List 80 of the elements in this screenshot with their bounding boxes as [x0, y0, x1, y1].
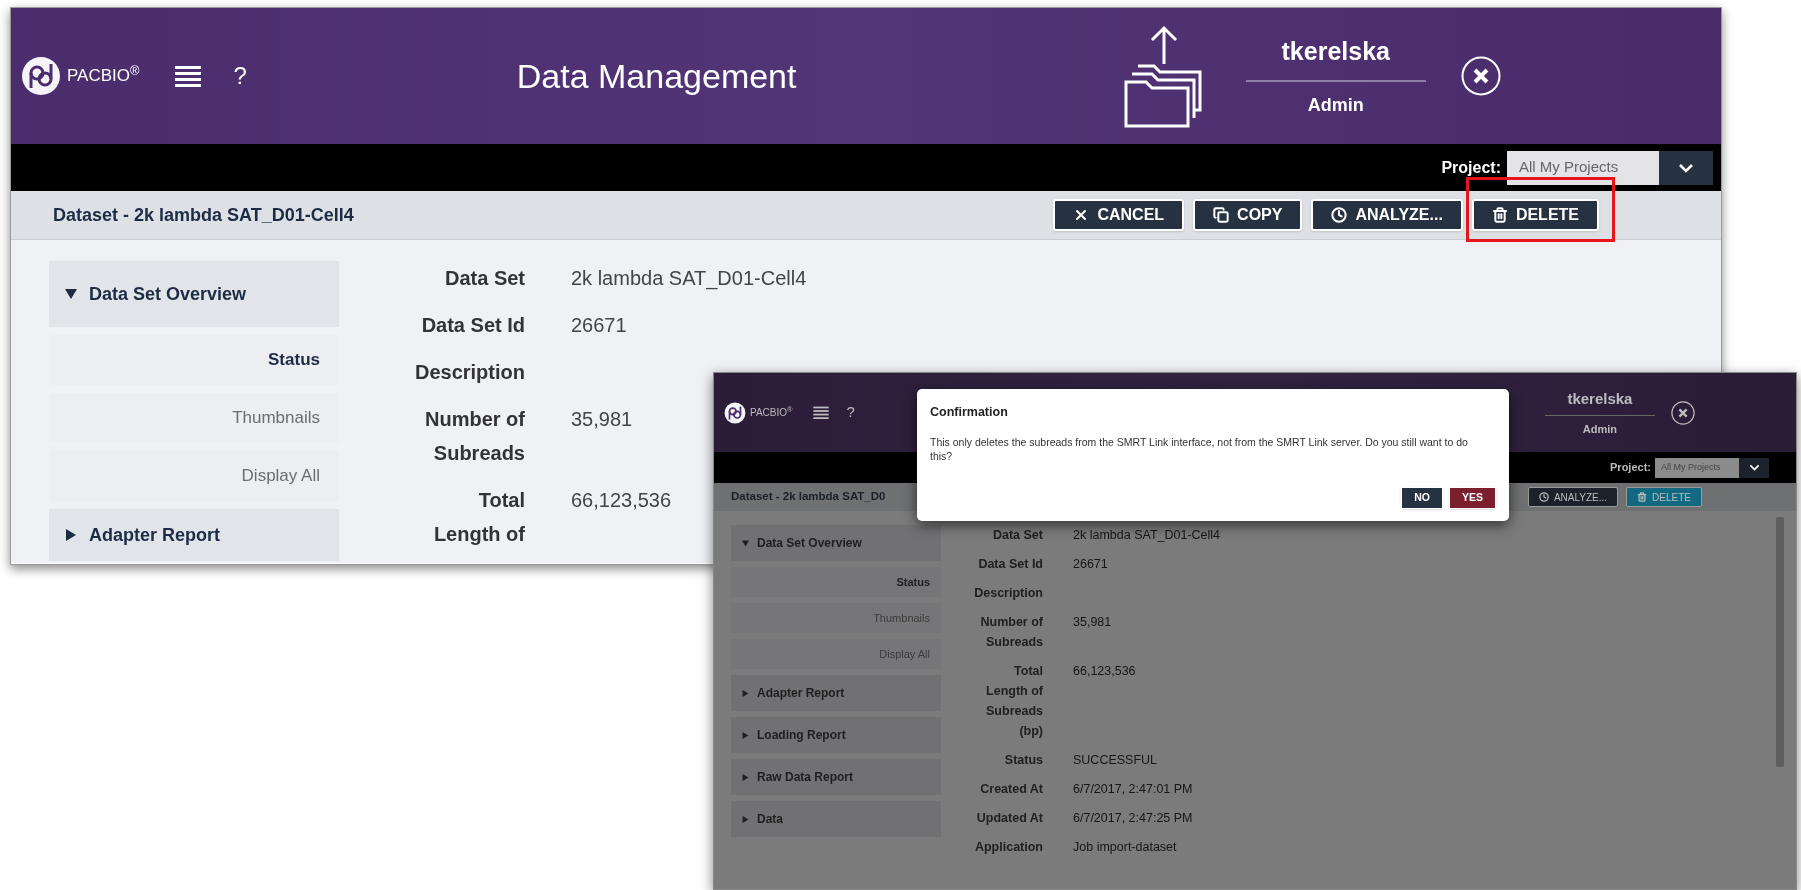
sidebar-link[interactable]: Thumbnails [731, 603, 941, 633]
field-label: Number of Subreads [424, 407, 525, 466]
section-title: Loading Report [757, 727, 846, 744]
dialog-message: This only deletes the subreads from the SMRT Link interface, not from the SMRT Link server. Do you still want to do this? [930, 434, 1469, 463]
help-link[interactable]: ? [846, 401, 855, 424]
user-name: tkerelska [1281, 35, 1390, 67]
sidebar-section[interactable]: Loading Report [731, 717, 941, 753]
field-label: Created At [979, 781, 1043, 798]
field-value: 6/7/2017, 2:47:25 PM [1073, 810, 1193, 827]
logo-wordmark: PACBIO$^{®}$ [750, 405, 793, 420]
page-title: Data Management [516, 55, 798, 97]
field-value: 35,981 [1073, 614, 1112, 631]
field-value: 2k lambda SAT_D01-Cell4 [1073, 527, 1221, 544]
logo-mark-icon [724, 401, 746, 424]
delete-button[interactable]: DELETE [1626, 487, 1702, 507]
help-link[interactable]: ? [233, 58, 247, 94]
delete-button[interactable]: DELETE [1471, 199, 1599, 231]
section-title: Adapter Report [89, 523, 220, 547]
sidebar-section[interactable]: Adapter Report [731, 675, 941, 711]
confirm-button[interactable]: YES [1449, 487, 1496, 509]
field-value: 6/7/2017, 2:47:01 PM [1073, 781, 1193, 798]
sidebar-link[interactable]: Status [731, 567, 941, 597]
scrollbar[interactable] [1776, 517, 1784, 767]
section-title: Raw Data Report [757, 769, 854, 786]
dataset-title: Dataset - 2k lambda SAT_D0 [731, 489, 886, 505]
field-value: 66,123,536 [571, 488, 672, 513]
menu-icon[interactable] [175, 65, 202, 87]
user-role: Admin [1582, 422, 1618, 437]
sidebar-section[interactable]: Data Set Overview [731, 525, 941, 561]
field-label: Status [1003, 752, 1043, 769]
copy-button[interactable]: COPY [1193, 199, 1303, 231]
analyze-button[interactable]: ANALYZE... [1527, 487, 1619, 507]
sidebar-section[interactable]: Raw Data Report [731, 759, 941, 795]
field-label: Description [413, 360, 525, 385]
field-label: Updated At [975, 810, 1043, 827]
project-select[interactable]: All My Projects [1507, 150, 1713, 185]
dataset-title: Dataset - 2k lambda SAT_D01-Cell4 [53, 203, 354, 227]
field-value: SUCCESSFUL [1073, 752, 1158, 769]
logo-wordmark: PACBIO$^{®}$ [67, 63, 140, 88]
section-title: Data [757, 811, 783, 828]
sidebar-section[interactable]: Data [731, 801, 941, 837]
field-label: Description [973, 585, 1043, 602]
user-role: Admin [1307, 94, 1364, 118]
field-label: Application [973, 839, 1043, 856]
dialog-title: Confirmation [930, 404, 1009, 421]
section-title: Data Set Overview [757, 535, 862, 552]
menu-icon[interactable] [812, 406, 829, 419]
project-select[interactable]: All My Projects [1655, 457, 1769, 478]
field-label: Data Set [991, 527, 1043, 544]
clock-icon [1331, 207, 1348, 223]
logo-mark-icon [21, 56, 61, 96]
copy-icon [1213, 207, 1230, 223]
chevron-down-icon [1748, 462, 1760, 473]
clock-icon [1538, 492, 1549, 502]
field-value: 26671 [1073, 556, 1108, 573]
project-label: Project: [1441, 157, 1501, 178]
trash-icon [1637, 492, 1648, 502]
field-label: Data Set Id [977, 556, 1043, 573]
field-value: 35,981 [571, 407, 633, 432]
trash-icon [1491, 207, 1508, 223]
sidebar-link[interactable]: Display All [731, 639, 941, 669]
field-label: Data Set [443, 266, 525, 291]
sidebar-section[interactable]: Adapter Report [49, 509, 339, 561]
analyze-button[interactable]: ANALYZE... [1311, 199, 1463, 231]
field-label: Total Length of [432, 488, 525, 547]
field-value: 26671 [571, 313, 627, 338]
project-label: Project: [1610, 460, 1651, 476]
field-value: Job import-dataset [1073, 839, 1177, 856]
user-name: tkerelska [1567, 388, 1633, 409]
close-icon[interactable] [1670, 400, 1695, 425]
cancel-button[interactable]: CANCEL [1053, 199, 1185, 231]
field-label: Number of Subreads [979, 614, 1043, 651]
field-value: 2k lambda SAT_D01-Cell4 [571, 266, 807, 292]
field-value: 66,123,536 [1073, 663, 1136, 680]
field-label: Total Length of Subreads (bp) [985, 663, 1043, 740]
cancel-button[interactable]: NO [1401, 487, 1443, 509]
sidebar-section[interactable]: Data Set Overview [49, 261, 339, 327]
field-label: Data Set Id [420, 313, 525, 338]
section-title: Adapter Report [757, 685, 845, 702]
section-title: Data Set Overview [89, 282, 247, 306]
